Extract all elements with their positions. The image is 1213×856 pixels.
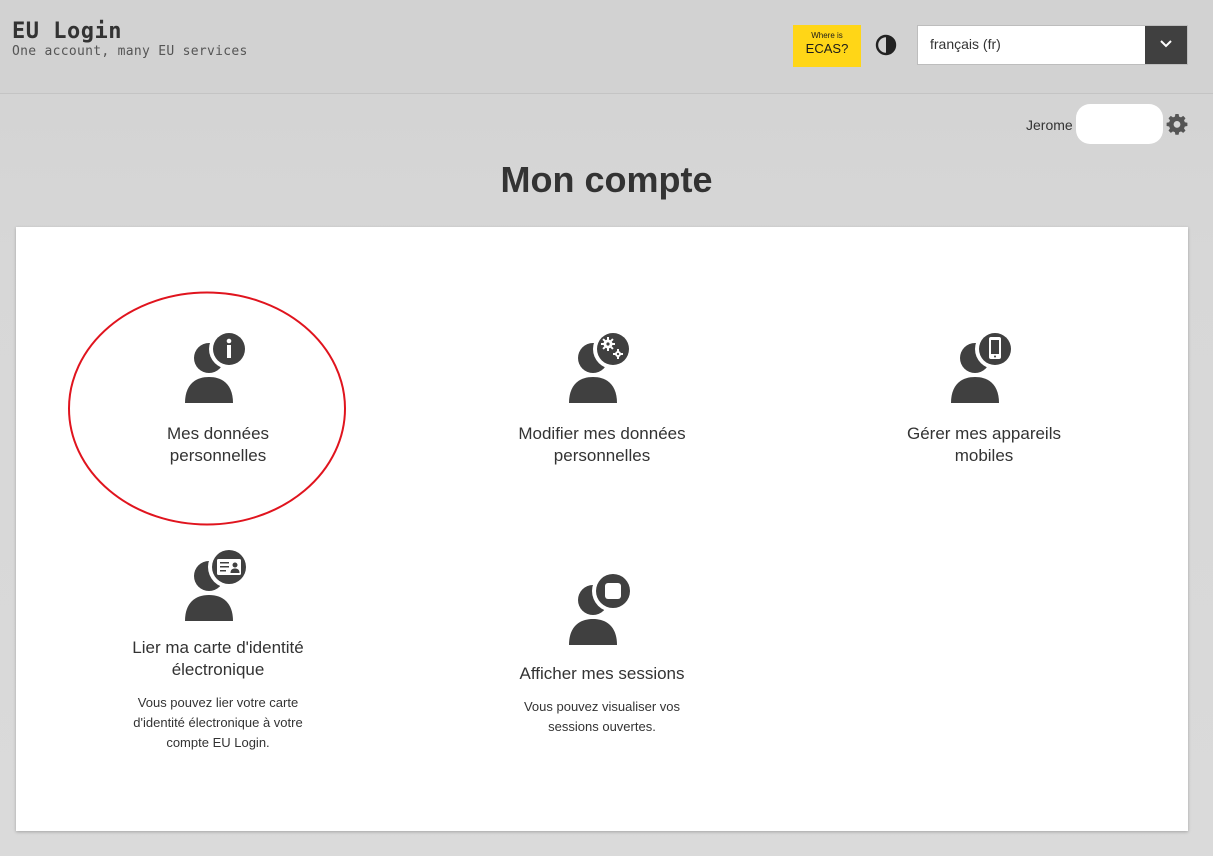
tile-description-line: sessions ouvertes. — [548, 719, 656, 734]
user-id-card-icon — [185, 546, 250, 621]
tile-edit-personal-data[interactable]: Modifier mes données personnelles — [442, 329, 762, 467]
tile-description-line: compte EU Login. — [166, 735, 270, 750]
tile-title-line2: personnelles — [169, 446, 267, 465]
brand: EU Login One account, many EU services — [12, 20, 248, 60]
user-info-icon — [185, 329, 249, 403]
tile-my-personal-data[interactable]: Mes données personnelles — [58, 329, 378, 467]
language-dropdown-button[interactable] — [1145, 26, 1187, 64]
tile-description-line: Vous pouvez visualiser vos — [523, 699, 681, 714]
ecas-big-label: ECAS? — [805, 41, 849, 56]
tile-manage-mobile-devices[interactable]: Gérer mes appareils mobiles — [824, 329, 1144, 467]
tile-description-line: Vous pouvez lier votre carte — [137, 695, 299, 710]
tile-title-line2: mobiles — [954, 446, 1014, 465]
user-settings-icon — [569, 329, 633, 403]
tile-title-line2: personnelles — [553, 446, 651, 465]
chevron-down-icon — [1160, 40, 1172, 48]
app-subtitle: One account, many EU services — [12, 44, 248, 59]
top-header: EU Login One account, many EU services W… — [0, 0, 1213, 94]
ecas-small-label: Where is — [811, 31, 843, 40]
tile-view-sessions[interactable]: Afficher mes sessions Vous pouvez visual… — [442, 567, 762, 737]
tile-title-line1: Mes données — [166, 424, 270, 443]
tile-title-line1: Lier ma carte d'identité — [132, 638, 304, 657]
contrast-icon[interactable] — [875, 34, 897, 56]
tile-description: Vous pouvez lier votre carte d'identité … — [58, 693, 378, 753]
user-mobile-icon — [951, 329, 1015, 403]
language-selected-value: français (fr) — [930, 36, 1001, 52]
redacted-user-lastname — [1076, 104, 1163, 144]
tile-link-eid-card[interactable]: Lier ma carte d'identité électronique Vo… — [58, 543, 378, 753]
where-is-ecas-button[interactable]: Where is ECAS? — [793, 25, 861, 67]
tile-description: Vous pouvez visualiser vos sessions ouve… — [442, 697, 762, 737]
user-name: Jerome — [1026, 117, 1073, 133]
tile-title-line1: Modifier mes données — [518, 424, 686, 443]
account-menu-card: Mes données personnelles Modifier mes do… — [16, 227, 1188, 831]
tile-description-line: d'identité électronique à votre — [133, 715, 303, 730]
app-title: EU Login — [12, 19, 122, 44]
language-select[interactable]: français (fr) — [917, 25, 1188, 65]
tile-title-line1: Gérer mes appareils — [906, 424, 1061, 443]
user-sessions-icon — [569, 570, 634, 645]
page-title: Mon compte — [500, 159, 713, 200]
tile-title-line2: électronique — [171, 660, 265, 679]
gear-icon[interactable] — [1165, 112, 1189, 136]
tile-title-line1: Afficher mes sessions — [519, 664, 685, 683]
